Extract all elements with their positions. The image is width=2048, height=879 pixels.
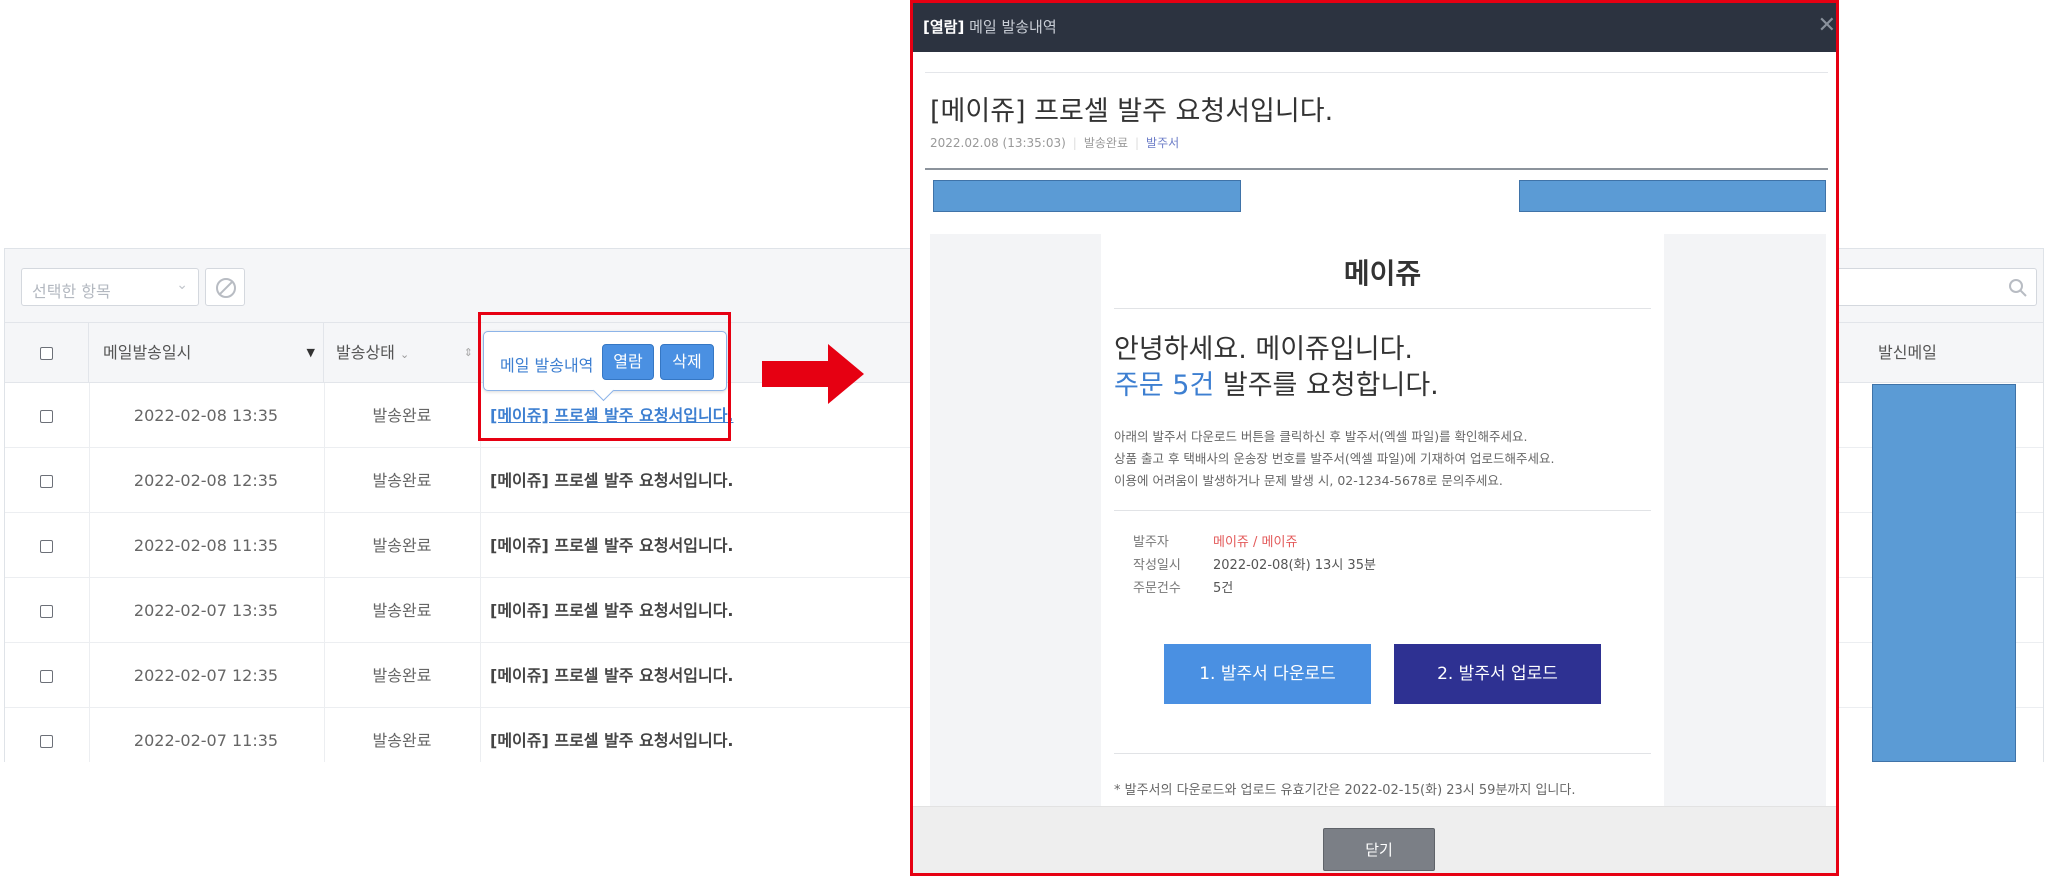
bulk-action-select[interactable]: 선택한 항목 ⌄: [21, 268, 199, 306]
order-count-label: 주문건수: [1133, 581, 1181, 596]
sort-icon[interactable]: ⇕: [464, 323, 473, 383]
highlight-box: [478, 312, 731, 441]
row-date: 2022-02-07 13:35: [133, 601, 279, 620]
select-all-cell: [5, 323, 89, 383]
bulk-action-placeholder: 선택한 항목: [32, 282, 111, 301]
email-notice: * 발주서의 다운로드와 업로드 유효기간은 2022-02-15(화) 23시…: [1114, 783, 1576, 798]
bulk-cancel-button[interactable]: [205, 268, 245, 306]
mail-status: 발송완료: [1083, 136, 1128, 150]
divider: [1114, 510, 1651, 511]
sender-email-redacted-block: [1872, 384, 2016, 762]
column-header-date[interactable]: 메일발송일시 ▼: [89, 323, 324, 383]
divider: [1114, 308, 1651, 309]
greeting-line-2: 주문 5건 발주를 요청합니다.: [1114, 368, 1439, 404]
email-greeting: 안녕하세요. 메이쥬입니다. 주문 5건 발주를 요청합니다.: [1114, 332, 1439, 404]
row-date: 2022-02-07 12:35: [133, 666, 279, 685]
column-header-date-label: 메일발송일시: [103, 343, 192, 362]
instruction-line: 아래의 발주서 다운로드 버튼을 클릭하신 후 발주서(엑셀 파일)를 확인해주…: [1114, 429, 1528, 444]
modal-footer: 닫기: [913, 806, 1836, 873]
close-button[interactable]: 닫기: [1323, 828, 1435, 871]
redacted-field-block: [933, 180, 1241, 212]
ban-icon: [216, 278, 236, 298]
redacted-field-block: [1519, 180, 1826, 212]
row-date: 2022-02-08 13:35: [133, 406, 279, 425]
row-subject-link[interactable]: [메이쥬] 프로셀 발주 요청서입니다.: [490, 708, 910, 762]
row-checkbox[interactable]: [40, 605, 53, 618]
sort-desc-icon[interactable]: ▼: [307, 323, 315, 383]
greeting-order-count: 주문 5건: [1114, 370, 1215, 401]
instruction-line: 이용에 어려움이 발생하거나 문제 발생 시, 02-1234-5678로 문의…: [1114, 473, 1503, 488]
meta-separator: |: [1072, 136, 1077, 150]
column-header-status[interactable]: 발송상태 ⌄ ⇕: [324, 323, 480, 383]
email-content: 메이쥬 안녕하세요. 메이쥬입니다. 주문 5건 발주를 요청합니다. 아래의 …: [1101, 234, 1664, 806]
order-info: 발주자 메이쥬 / 메이쥬 작성일시 2022-02-08(화) 13시 35분 주…: [1133, 531, 1376, 600]
mail-attachment-link[interactable]: 발주서: [1146, 136, 1179, 150]
orderer-label: 발주자: [1133, 535, 1169, 550]
modal-body: [메이쥬] 프로셀 발주 요청서입니다. 2022.02.08 (13:35:0…: [913, 52, 1836, 806]
email-instructions: 아래의 발주서 다운로드 버튼을 클릭하신 후 발주서(엑셀 파일)를 확인해주…: [1114, 426, 1555, 492]
download-order-button[interactable]: 1. 발주서 다운로드: [1164, 644, 1371, 704]
mail-sent-at: 2022.02.08 (13:35:03): [930, 136, 1066, 150]
created-value: 2022-02-08(화) 13시 35분: [1213, 558, 1376, 573]
row-subject-link[interactable]: [메이쥬] 프로셀 발주 요청서입니다.: [490, 643, 910, 708]
row-checkbox-cell: [5, 643, 88, 708]
row-subject-link[interactable]: [메이쥬] 프로셀 발주 요청서입니다.: [490, 578, 910, 643]
row-subject-link[interactable]: [메이쥬] 프로셀 발주 요청서입니다.: [490, 513, 910, 578]
row-status: 발송완료: [372, 731, 432, 750]
modal-title-text: 메일 발송내역: [969, 18, 1057, 36]
row-date: 2022-02-08 11:35: [133, 536, 279, 555]
row-subject-link[interactable]: [메이쥬] 프로셀 발주 요청서입니다.: [490, 448, 910, 513]
column-header-sender-label: 발신메일: [1878, 343, 1937, 362]
modal-title: [열람] 메일 발송내역: [923, 16, 1057, 37]
row-checkbox[interactable]: [40, 735, 53, 748]
divider: [925, 72, 1828, 73]
upload-order-button[interactable]: 2. 발주서 업로드: [1394, 644, 1601, 704]
meta-separator: |: [1135, 136, 1140, 150]
row-checkbox-cell: [5, 513, 88, 578]
orderer-value: 메이쥬 / 메이쥬: [1213, 535, 1298, 550]
created-label: 작성일시: [1133, 558, 1181, 573]
row-checkbox-cell: [5, 578, 88, 643]
search-icon[interactable]: [2008, 278, 2028, 298]
column-header-sender[interactable]: 발신메일: [1835, 323, 2043, 383]
column-header-status-label: 발송상태: [336, 343, 395, 362]
row-checkbox-cell: [5, 383, 88, 448]
row-checkbox-cell: [5, 448, 88, 513]
greeting-line-1: 안녕하세요. 메이쥬입니다.: [1114, 334, 1413, 365]
row-date: 2022-02-07 11:35: [133, 731, 279, 750]
row-checkbox-cell: [5, 708, 88, 762]
row-status: 발송완료: [372, 471, 432, 490]
row-checkbox[interactable]: [40, 410, 53, 423]
chevron-down-icon: ⌄: [176, 277, 188, 293]
row-status: 발송완료: [372, 666, 432, 685]
close-icon[interactable]: ✕: [1818, 13, 1836, 38]
arrow-right-icon: [762, 344, 864, 404]
row-checkbox[interactable]: [40, 670, 53, 683]
modal-header: [열람] 메일 발송내역 ✕: [913, 3, 1836, 52]
filter-chevron-icon[interactable]: ⌄: [400, 348, 409, 361]
modal-title-prefix: [열람]: [923, 18, 965, 36]
row-date: 2022-02-08 12:35: [133, 471, 279, 490]
email-preview-frame: 메이쥬 안녕하세요. 메이쥬입니다. 주문 5건 발주를 요청합니다. 아래의 …: [930, 234, 1826, 806]
row-status: 발송완료: [372, 406, 432, 425]
mail-meta: 2022.02.08 (13:35:03) | 발송완료 | 발주서: [930, 134, 1179, 151]
divider: [925, 168, 1828, 170]
divider: [1114, 753, 1651, 754]
row-checkbox[interactable]: [40, 475, 53, 488]
order-count-value: 5건: [1213, 581, 1234, 596]
instruction-line: 상품 출고 후 택배사의 운송장 번호를 발주서(엑셀 파일)에 기재하여 업로…: [1114, 451, 1555, 466]
row-status: 발송완료: [372, 536, 432, 555]
row-checkbox[interactable]: [40, 540, 53, 553]
row-status: 발송완료: [372, 601, 432, 620]
email-brand: 메이쥬: [1343, 257, 1422, 290]
greeting-line-2-rest: 발주를 요청합니다.: [1214, 370, 1439, 401]
select-all-checkbox[interactable]: [40, 347, 53, 360]
mail-subject: [메이쥬] 프로셀 발주 요청서입니다.: [930, 96, 1334, 127]
mail-view-modal: [열람] 메일 발송내역 ✕ [메이쥬] 프로셀 발주 요청서입니다. 2022…: [910, 0, 1839, 876]
